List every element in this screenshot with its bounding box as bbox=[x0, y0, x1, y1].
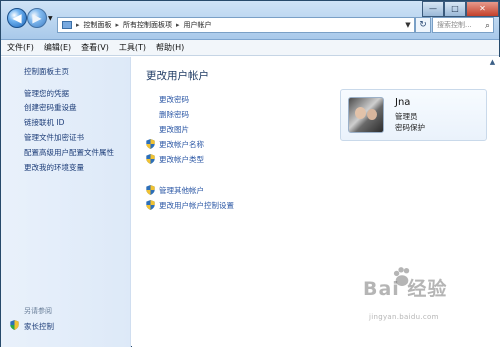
chevron-right-icon: ▸ bbox=[115, 21, 120, 29]
manage-other-accounts-link[interactable]: 管理其他帐户 bbox=[159, 185, 204, 196]
scroll-up-icon[interactable]: ▲ bbox=[488, 58, 497, 67]
change-account-name-link[interactable]: 更改帐户名称 bbox=[159, 139, 204, 150]
sidebar-home-link[interactable]: 控制面板主页 bbox=[24, 66, 69, 77]
remove-password-link[interactable]: 删除密码 bbox=[159, 109, 189, 120]
menu-edit[interactable]: 编辑(E) bbox=[44, 42, 71, 53]
back-button[interactable]: ◀ bbox=[7, 8, 27, 28]
user-card: Jna 管理员 密码保护 bbox=[340, 89, 487, 141]
chevron-right-icon: ▸ bbox=[176, 21, 180, 29]
window: ◀ ▶ ▼ ▸ 控制面板 ▸ 所有控制面板项 ▸ 用户帐户 ▼ ↻ 搜索控制..… bbox=[0, 0, 500, 347]
control-panel-icon bbox=[62, 21, 72, 29]
change-password-link[interactable]: 更改密码 bbox=[159, 94, 189, 105]
menu-help[interactable]: 帮助(H) bbox=[156, 42, 184, 53]
change-picture-link[interactable]: 更改图片 bbox=[159, 124, 189, 135]
breadcrumb-all-items[interactable]: 所有控制面板项 bbox=[123, 20, 172, 30]
uac-shield-icon bbox=[146, 200, 155, 210]
page-title: 更改用户帐户 bbox=[146, 70, 209, 82]
titlebar: ◀ ▶ ▼ ▸ 控制面板 ▸ 所有控制面板项 ▸ 用户帐户 ▼ ↻ 搜索控制..… bbox=[1, 1, 499, 40]
watermark-sub-text: jingyan.baidu.com bbox=[369, 313, 439, 321]
menu-view[interactable]: 查看(V) bbox=[81, 42, 109, 53]
sidebar-item-online-id[interactable]: 链接联机 ID bbox=[24, 117, 64, 128]
uac-shield-icon bbox=[146, 154, 155, 164]
sidebar-item-credentials[interactable]: 管理您的凭据 bbox=[24, 88, 69, 99]
password-status: 密码保护 bbox=[395, 123, 425, 132]
search-input[interactable]: 搜索控制... ⌕ bbox=[432, 17, 494, 33]
user-name: Jna bbox=[395, 97, 411, 108]
refresh-button[interactable]: ↻ bbox=[415, 17, 431, 33]
recent-pages-dropdown[interactable]: ▼ bbox=[48, 15, 54, 22]
parental-controls-link[interactable]: 家长控制 bbox=[24, 321, 54, 332]
watermark-main-text: Bai 经验 bbox=[363, 278, 448, 300]
search-icon: ⌕ bbox=[484, 21, 490, 31]
forward-button[interactable]: ▶ bbox=[27, 8, 47, 28]
avatar bbox=[348, 97, 384, 133]
menu-tools[interactable]: 工具(T) bbox=[119, 42, 146, 53]
address-bar[interactable]: ▸ 控制面板 ▸ 所有控制面板项 ▸ 用户帐户 ▼ bbox=[57, 17, 415, 33]
menu-bar: 文件(F) 编辑(E) 查看(V) 工具(T) 帮助(H) bbox=[1, 40, 499, 56]
menu-file[interactable]: 文件(F) bbox=[7, 42, 34, 53]
close-button[interactable]: ✕ bbox=[466, 1, 499, 17]
see-also-heading: 另请参阅 bbox=[24, 307, 52, 315]
sidebar: 控制面板主页 管理您的凭据 创建密码重设盘 链接联机 ID 管理文件加密证书 配… bbox=[1, 57, 131, 347]
uac-shield-icon bbox=[146, 185, 155, 195]
address-dropdown[interactable]: ▼ bbox=[402, 21, 414, 29]
breadcrumb-control-panel[interactable]: 控制面板 bbox=[84, 20, 112, 30]
sidebar-item-env-vars[interactable]: 更改我的环境变量 bbox=[24, 162, 84, 173]
user-role: 管理员 bbox=[395, 112, 418, 121]
sidebar-item-reset-disk[interactable]: 创建密码重设盘 bbox=[24, 102, 77, 113]
uac-settings-link[interactable]: 更改用户帐户控制设置 bbox=[159, 200, 234, 211]
sidebar-item-profile-properties[interactable]: 配置高级用户配置文件属性 bbox=[24, 147, 114, 158]
search-placeholder: 搜索控制... bbox=[437, 21, 472, 29]
chevron-right-icon: ▸ bbox=[76, 21, 80, 29]
parental-controls-icon bbox=[10, 320, 19, 330]
sidebar-item-encryption-certs[interactable]: 管理文件加密证书 bbox=[24, 132, 84, 143]
uac-shield-icon bbox=[146, 139, 155, 149]
minimize-button[interactable]: — bbox=[422, 1, 444, 17]
watermark: Bai 经验 jingyan.baidu.com bbox=[363, 267, 483, 327]
change-account-type-link[interactable]: 更改帐户类型 bbox=[159, 154, 204, 165]
maximize-button[interactable]: □ bbox=[444, 1, 466, 17]
breadcrumb-user-accounts[interactable]: 用户帐户 bbox=[184, 20, 212, 30]
